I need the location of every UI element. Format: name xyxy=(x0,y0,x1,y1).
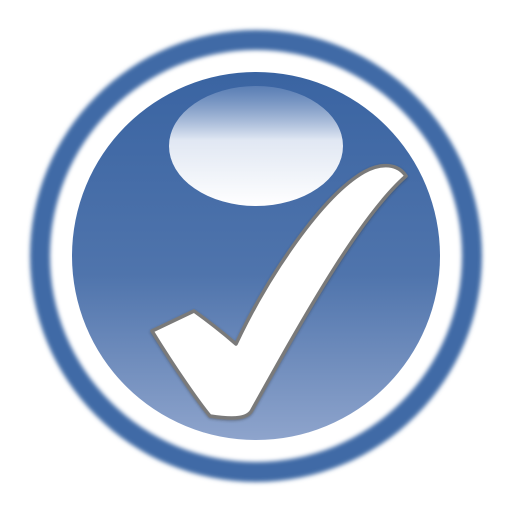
check-badge-graphic xyxy=(30,30,482,482)
check-badge xyxy=(0,0,512,512)
gloss-highlight xyxy=(169,86,343,206)
